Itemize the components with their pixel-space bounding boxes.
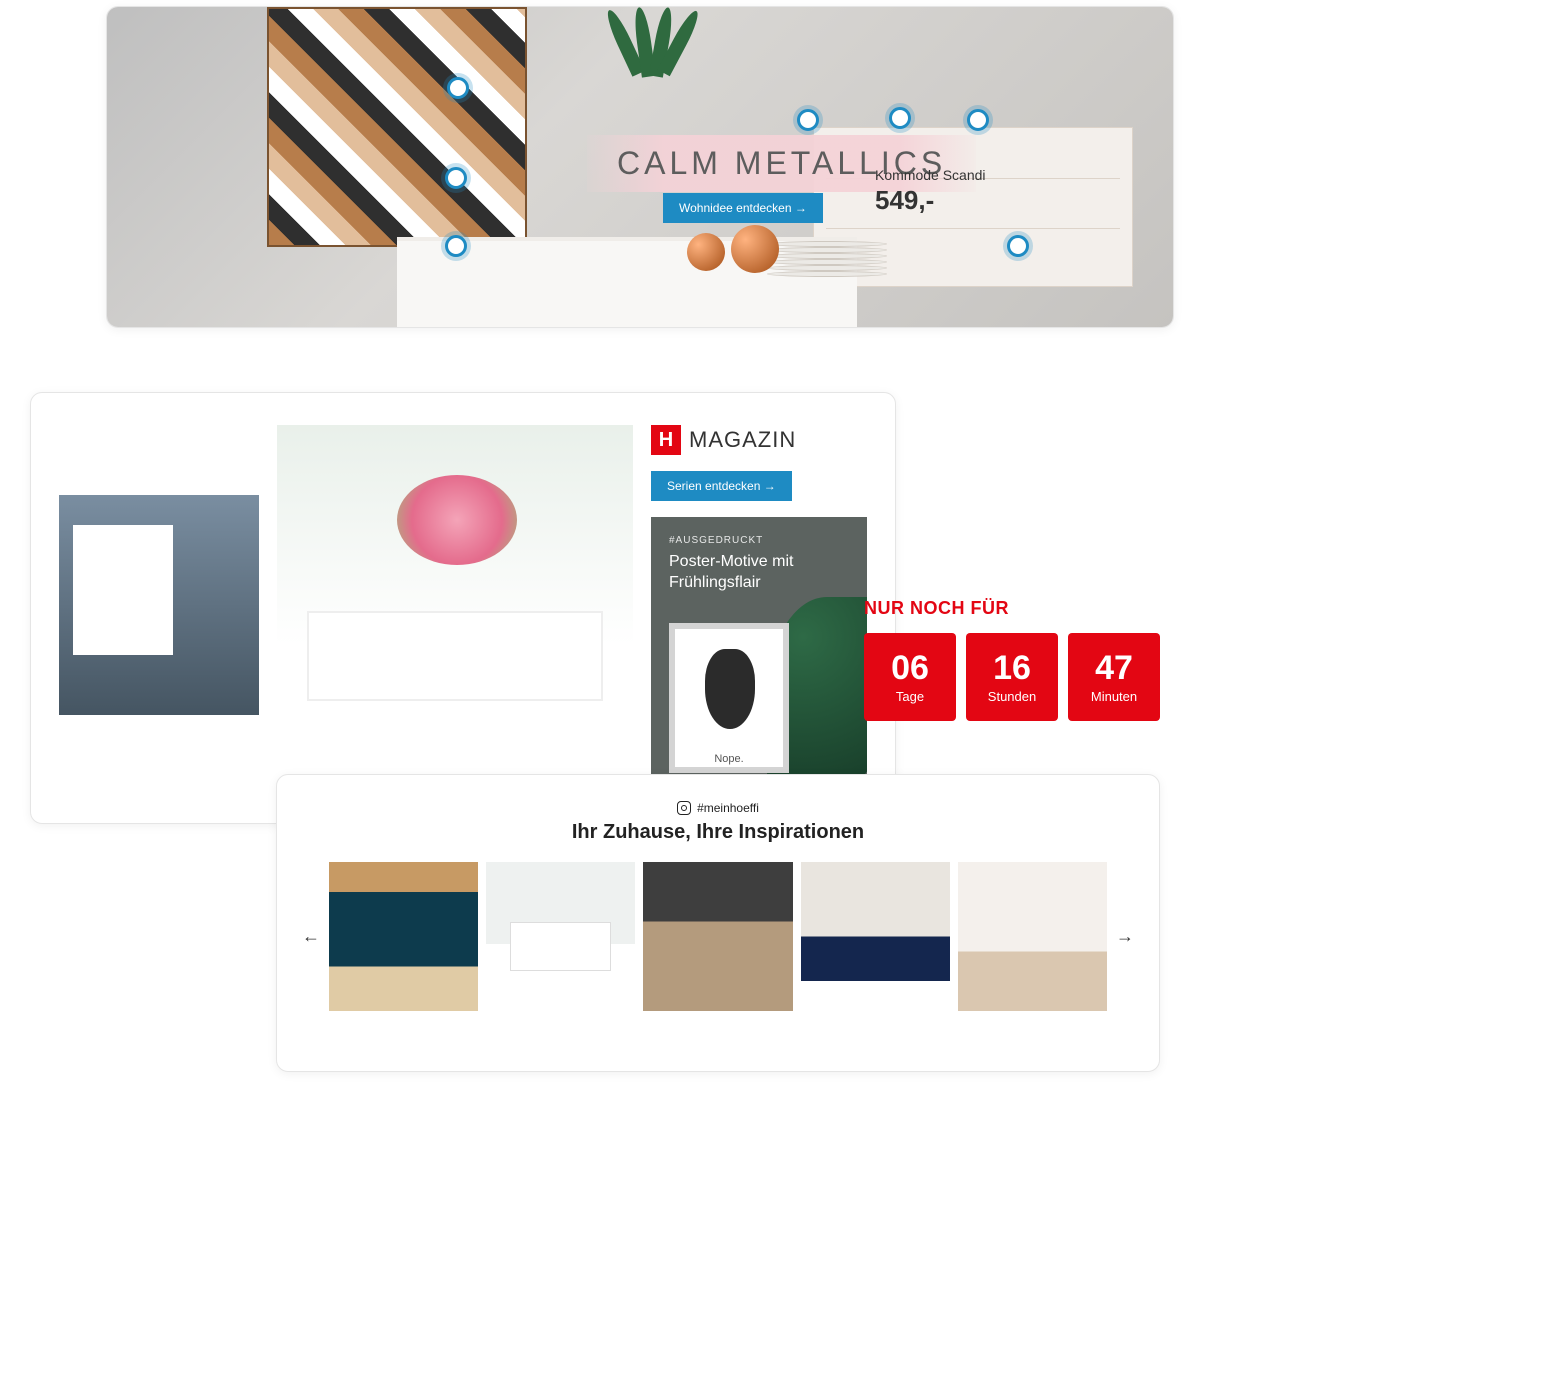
hotspot-marker[interactable] (967, 109, 989, 131)
countdown-days: 06 Tage (864, 633, 956, 721)
social-inspiration-card: #meinhoeffi Ihr Zuhause, Ihre Inspiratio… (276, 774, 1160, 1072)
poster-title: Poster-Motive mit Frühlingsflair (669, 552, 849, 594)
social-hashtag: #meinhoeffi (697, 801, 759, 815)
magazine-thumb-dining[interactable] (277, 425, 633, 791)
product-name: Kommode Scandi (875, 167, 986, 183)
poster-frame-decor (669, 623, 789, 773)
social-tile[interactable] (486, 862, 635, 1011)
discover-idea-button[interactable]: Wohnidee entdecken → (663, 193, 823, 223)
carousel-prev-button[interactable]: ← (301, 927, 321, 947)
countdown-value: 47 (1095, 651, 1133, 685)
plates-decor (767, 217, 887, 277)
social-hashtag-row: #meinhoeffi (301, 801, 1135, 815)
magazine-logo: H MAGAZIN (651, 425, 867, 455)
hotspot-marker[interactable] (447, 77, 469, 99)
hotspot-marker[interactable] (1007, 235, 1029, 257)
countdown-hours: 16 Stunden (966, 633, 1058, 721)
poster-caption: Nope. (669, 753, 789, 765)
social-tile[interactable] (329, 862, 478, 1011)
instagram-icon (677, 801, 691, 815)
countdown-minutes: 47 Minuten (1068, 633, 1160, 721)
hotspot-marker[interactable] (445, 235, 467, 257)
carousel-next-button[interactable]: → (1115, 927, 1135, 947)
countdown-value: 16 (993, 651, 1031, 685)
countdown-title: NUR NOCH FÜR (864, 598, 1160, 619)
countdown-value: 06 (891, 651, 929, 685)
hotspot-marker[interactable] (797, 109, 819, 131)
hotspot-marker[interactable] (445, 167, 467, 189)
logo-h-icon: H (651, 425, 681, 455)
countdown-label: Stunden (988, 689, 1036, 704)
magazine-thumb-bedroom[interactable]: oh la la (59, 495, 259, 715)
social-tile[interactable] (643, 862, 792, 1011)
table-decor (307, 611, 603, 701)
magazine-card: oh la la H MAGAZIN Serien entdecken → #A… (30, 392, 896, 824)
logo-text: MAGAZIN (689, 427, 796, 453)
product-price: 549,- (875, 185, 986, 216)
social-title: Ihr Zuhause, Ihre Inspirationen (301, 821, 1135, 844)
hero-product-callout[interactable]: Kommode Scandi 549,- (875, 167, 986, 216)
plant-decor (597, 7, 717, 127)
poster-tile[interactable]: #AUSGEDRUCKT Poster-Motive mit Frühlings… (651, 517, 867, 791)
countdown-widget: NUR NOCH FÜR 06 Tage 16 Stunden 47 Minut… (864, 598, 1160, 721)
copper-ball-decor (731, 225, 779, 273)
hero-pattern-dresser (267, 7, 527, 247)
discover-series-button[interactable]: Serien entdecken → (651, 471, 792, 501)
social-tiles (329, 862, 1107, 1011)
poster-tag: #AUSGEDRUCKT (669, 535, 849, 546)
flower-decor (397, 475, 517, 565)
social-tile[interactable] (801, 862, 950, 1011)
hero-banner: CALM METALLICS Wohnidee entdecken → Komm… (106, 6, 1174, 328)
hotspot-marker[interactable] (889, 107, 911, 129)
poster-ohlala: oh la la (85, 553, 109, 619)
copper-ball-decor (687, 233, 725, 271)
countdown-label: Minuten (1091, 689, 1137, 704)
countdown-label: Tage (896, 689, 924, 704)
social-tile[interactable] (958, 862, 1107, 1011)
